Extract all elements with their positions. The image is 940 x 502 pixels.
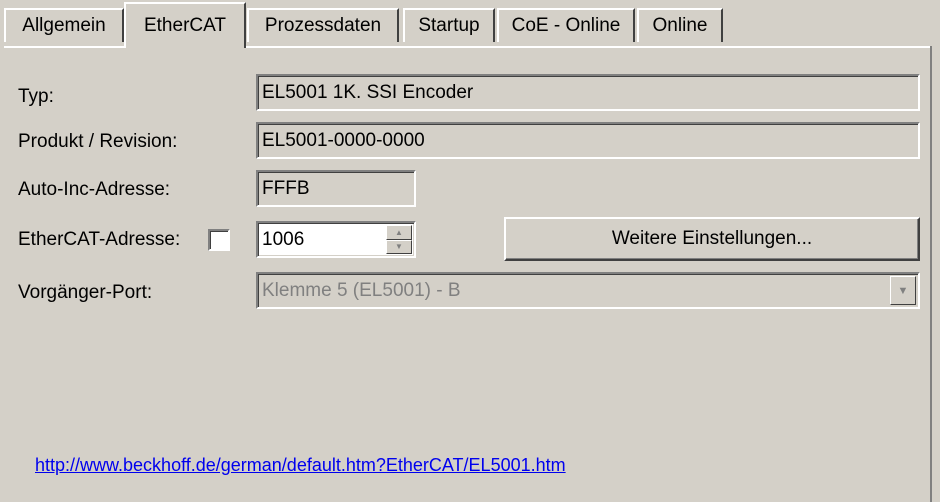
tab-bar: Allgemein Prozessdaten Startup CoE - Onl… (0, 0, 940, 48)
tab-coe-online[interactable]: CoE - Online (497, 8, 635, 42)
typ-label: Typ: (18, 86, 54, 107)
tab-label: Prozessdaten (264, 15, 382, 36)
spin-up-icon[interactable]: ▲ (386, 225, 412, 240)
tab-label: Online (652, 15, 708, 36)
ethercat-adresse-checkbox[interactable] (208, 229, 230, 251)
tab-label: Allgemein (22, 15, 106, 36)
tab-label: CoE - Online (511, 15, 621, 36)
panel-right-border (930, 46, 932, 502)
produkt-revision-label: Produkt / Revision: (18, 131, 178, 152)
dropdown-arrow-icon[interactable]: ▼ (890, 276, 916, 305)
tab-label: Startup (418, 15, 480, 36)
tab-ethercat[interactable]: EtherCAT (124, 2, 246, 48)
typ-field: EL5001 1K. SSI Encoder (256, 74, 920, 111)
ethercat-adresse-value: 1006 (262, 228, 305, 250)
weitere-einstellungen-button[interactable]: Weitere Einstellungen... (504, 217, 920, 261)
auto-inc-adresse-field: FFFB (256, 170, 416, 207)
tab-label: EtherCAT (143, 15, 226, 36)
ethercat-adresse-label: EtherCAT-Adresse: (18, 229, 181, 250)
auto-inc-adresse-label: Auto-Inc-Adresse: (18, 179, 171, 200)
tab-startup[interactable]: Startup (403, 8, 495, 42)
beckhoff-help-link[interactable]: http://www.beckhoff.de/german/default.ht… (35, 455, 566, 476)
spin-updown-icon[interactable]: ▲ ▼ (386, 225, 412, 254)
produkt-revision-field: EL5001-0000-0000 (256, 122, 920, 159)
vorgaenger-port-select[interactable]: Klemme 5 (EL5001) - B ▼ (256, 272, 920, 309)
ethercat-adresse-input[interactable]: 1006 ▲ ▼ (256, 221, 416, 258)
vorgaenger-port-value: Klemme 5 (EL5001) - B (262, 279, 461, 301)
tab-online[interactable]: Online (637, 8, 723, 42)
vorgaenger-port-label: Vorgänger-Port: (18, 282, 153, 303)
tab-prozessdaten[interactable]: Prozessdaten (247, 8, 399, 42)
spin-down-icon[interactable]: ▼ (386, 239, 412, 254)
tab-allgemein[interactable]: Allgemein (4, 8, 124, 42)
